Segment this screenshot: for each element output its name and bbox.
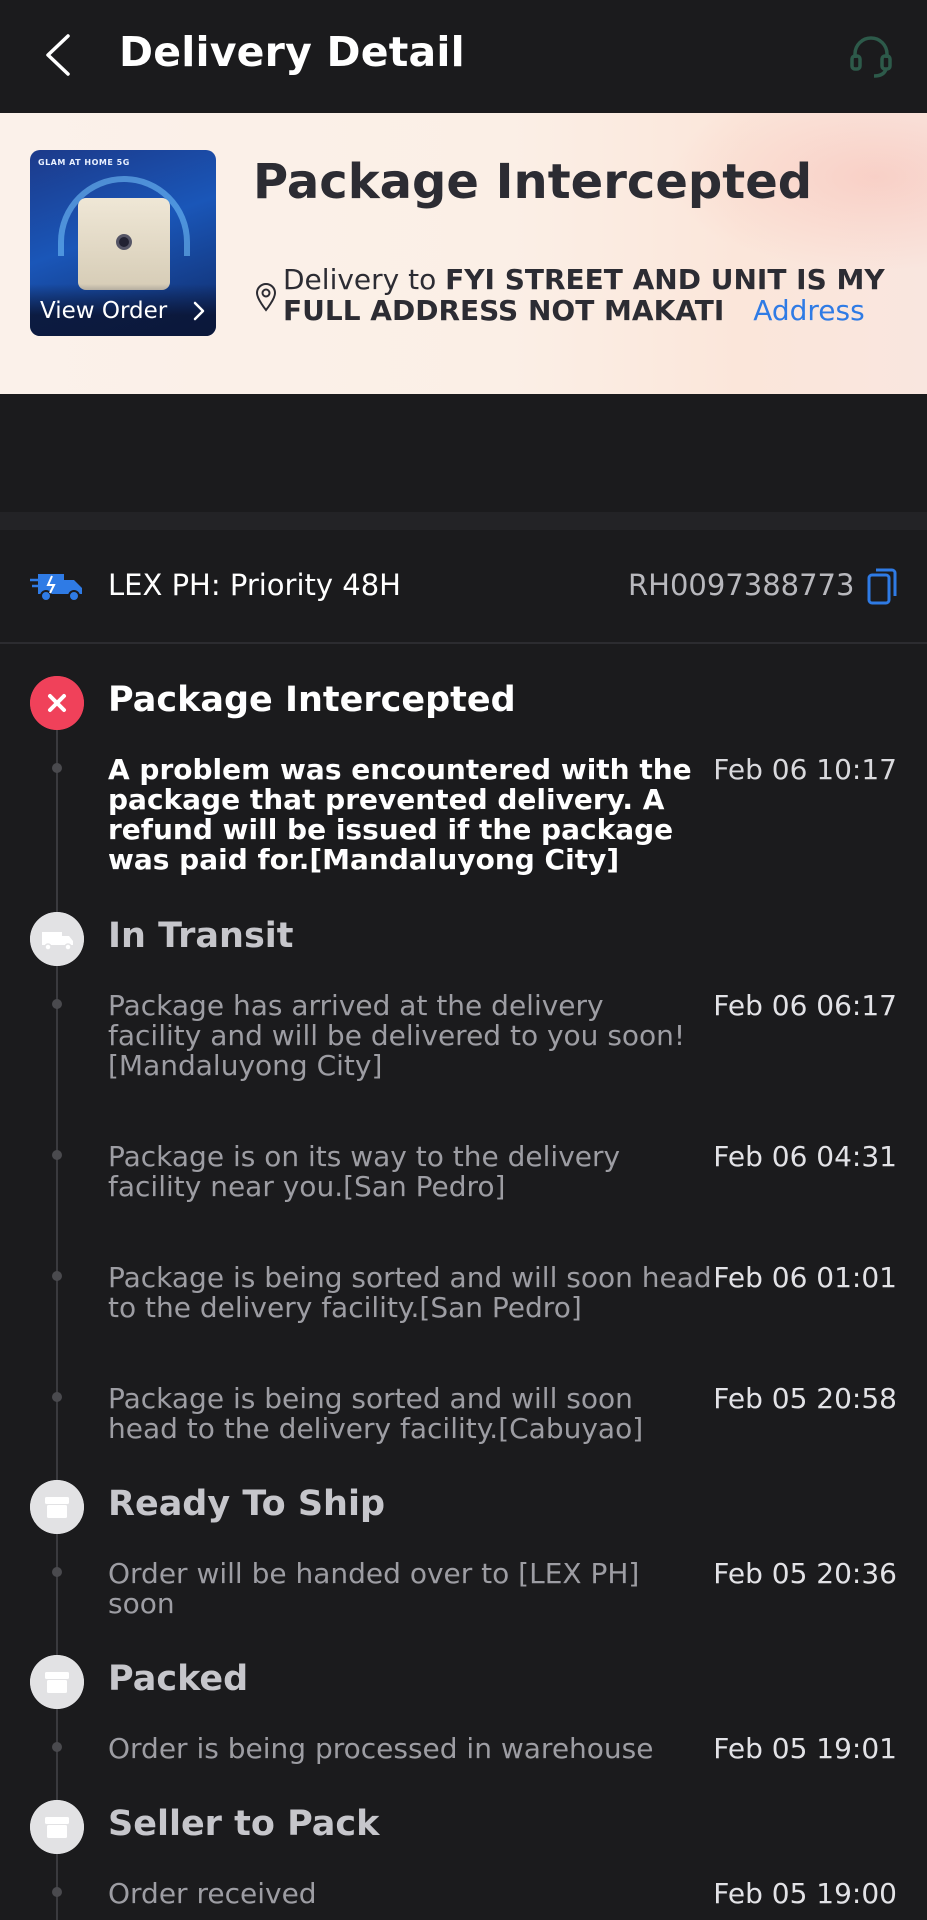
carrier-row: LEX PH: Priority 48H RH0097388773 <box>0 530 927 644</box>
event-description: Order received <box>108 1877 317 1910</box>
event-description: A problem was encountered with the packa… <box>108 753 692 876</box>
box-icon <box>30 1800 84 1854</box>
truck-icon <box>30 912 84 966</box>
top-app-bar: Delivery Detail <box>0 0 927 113</box>
express-truck-icon <box>30 574 82 602</box>
tracking-timeline: Package Intercepted A problem was encoun… <box>0 646 927 1920</box>
timeline-connector <box>56 706 58 1920</box>
chevron-left-icon[interactable] <box>38 30 78 80</box>
stage-title: Packed <box>108 1659 249 1699</box>
event-time: Feb 06 04:31 <box>713 1140 897 1173</box>
chevron-right-icon <box>193 301 205 321</box>
box-icon <box>30 1655 84 1709</box>
event-description: Package is being sorted and will soon he… <box>108 1382 644 1445</box>
stage-title: Seller to Pack <box>108 1804 380 1844</box>
delivery-status-title: Package Intercepted <box>253 154 813 210</box>
box-icon <box>30 1480 84 1534</box>
event-time: Feb 06 10:17 <box>713 753 897 786</box>
delivery-address: Delivery to FYI STREET AND UNIT IS MY FU… <box>283 264 893 326</box>
stage-title: Package Intercepted <box>108 680 516 720</box>
stage-title: In Transit <box>108 916 294 956</box>
event-dot <box>52 763 62 773</box>
router-image <box>78 198 170 290</box>
event-dot <box>52 1887 62 1897</box>
event-description: Order is being processed in warehouse <box>108 1732 654 1765</box>
headset-icon[interactable] <box>846 30 896 80</box>
event-dot <box>52 1567 62 1577</box>
event-time: Feb 05 20:36 <box>713 1557 897 1590</box>
event-dot <box>52 1150 62 1160</box>
page-title: Delivery Detail <box>119 28 465 76</box>
empty-section <box>0 394 927 512</box>
product-thumbnail[interactable]: GLAM AT HOME 5G View Order <box>30 150 216 336</box>
section-divider <box>0 512 927 530</box>
thumbnail-brand-logo: GLAM AT HOME 5G <box>38 158 130 167</box>
router-lens <box>116 234 132 250</box>
close-x-icon <box>30 676 84 730</box>
event-description: Order will be handed over to [LEX PH] so… <box>108 1557 640 1620</box>
event-time: Feb 05 19:01 <box>713 1732 897 1765</box>
event-time: Feb 06 01:01 <box>713 1261 897 1294</box>
stage-title: Ready To Ship <box>108 1484 385 1524</box>
carrier-name: LEX PH: Priority 48H <box>108 568 401 602</box>
event-dot <box>52 1392 62 1402</box>
event-description: Package is on its way to the delivery fa… <box>108 1140 621 1203</box>
event-time: Feb 05 20:58 <box>713 1382 897 1415</box>
delivery-prefix: Delivery to <box>283 263 437 296</box>
event-dot <box>52 1271 62 1281</box>
copy-icon[interactable] <box>866 566 898 606</box>
event-description: Package has arrived at the delivery faci… <box>108 989 686 1082</box>
view-order-link[interactable]: View Order <box>40 298 167 324</box>
location-pin-icon <box>255 283 277 312</box>
event-dot <box>52 999 62 1009</box>
event-dot <box>52 1742 62 1752</box>
tracking-number: RH0097388773 <box>628 568 855 602</box>
event-time: Feb 05 19:00 <box>713 1877 897 1910</box>
event-time: Feb 06 06:17 <box>713 989 897 1022</box>
event-description: Package is being sorted and will soon he… <box>108 1261 712 1324</box>
address-link[interactable]: Address <box>753 294 865 327</box>
